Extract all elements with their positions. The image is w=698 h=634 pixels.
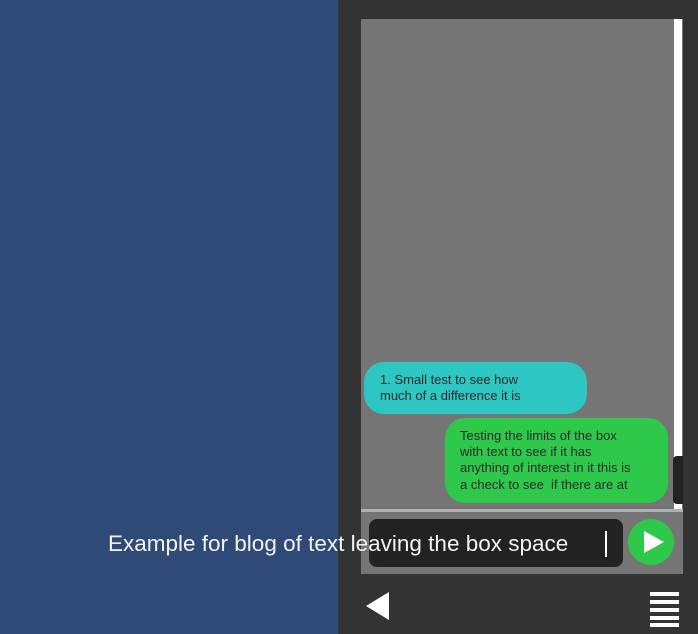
message-input-text[interactable]: Example for blog of text leaving the box… [108,529,568,559]
scrollbar-thumb[interactable] [673,456,683,504]
menu-bar-line [650,623,679,627]
play-triangle-icon [644,531,664,553]
back-button[interactable] [364,590,394,622]
menu-bar-line [650,608,679,612]
text-caret [605,531,607,557]
menu-bar-line [650,592,679,596]
received-message-bubble: 1. Small test to see how much of a diffe… [364,362,587,414]
menu-bar-line [650,616,679,620]
menu-bar-line [650,600,679,604]
scrollbar-track[interactable] [674,19,682,509]
back-triangle-icon [366,592,389,620]
send-button[interactable] [628,519,674,565]
sent-message-bubble: Testing the limits of the box with text … [445,418,668,503]
menu-button[interactable] [650,591,680,627]
